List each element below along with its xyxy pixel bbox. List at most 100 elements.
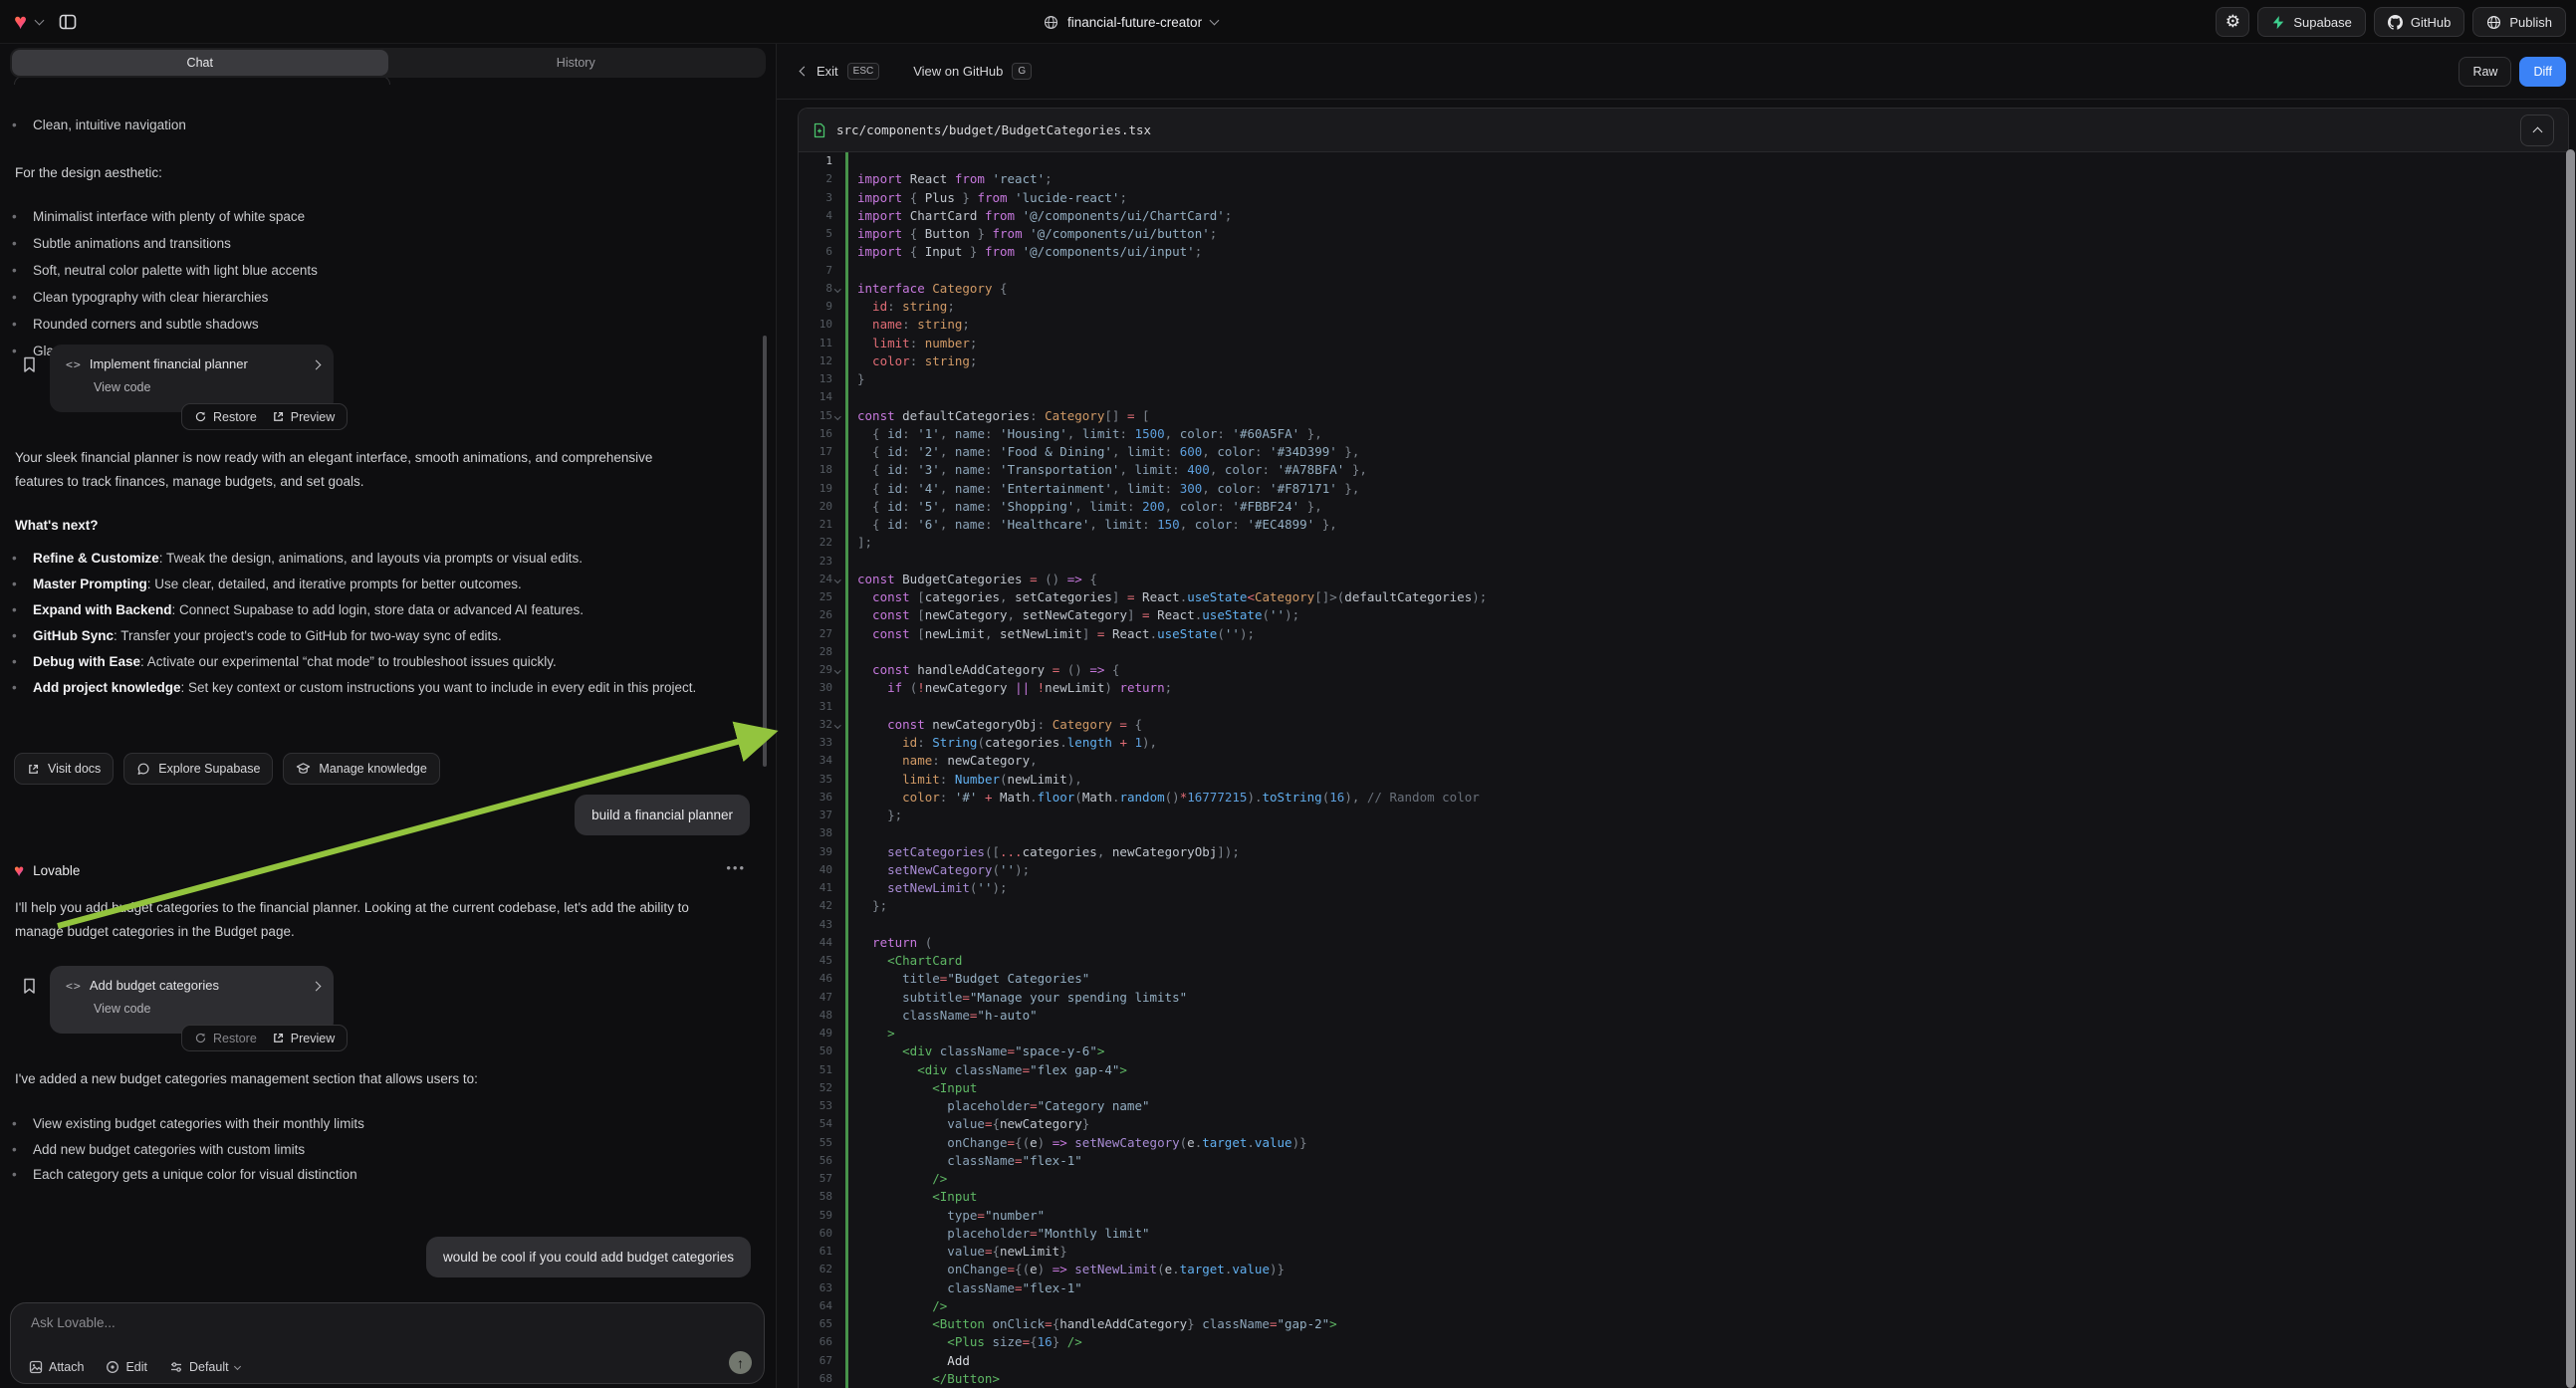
code-line: 55 onChange={(e) => setNewCategory(e.tar… — [799, 1134, 2568, 1152]
gear-icon: ⚙ — [2225, 12, 2240, 32]
code-view-panel: Exit ESC View on GitHub G Raw Diff src/c… — [776, 44, 2576, 1388]
assistant-header: ♥ Lovable — [14, 862, 80, 879]
project-switcher[interactable]: financial-future-creator — [1044, 0, 1218, 44]
code-line: 9 id: string; — [799, 298, 2568, 316]
logo-menu-chevron-icon[interactable] — [35, 15, 45, 25]
bullet-item: Master Prompting: Use clear, detailed, a… — [0, 572, 717, 597]
code-line: 27 const [newLimit, setNewLimit] = React… — [799, 625, 2568, 643]
view-code-link[interactable]: View code — [94, 380, 320, 394]
preview-button[interactable]: Preview — [272, 410, 335, 424]
bookmark-icon[interactable] — [22, 978, 37, 995]
manage-knowledge-button[interactable]: Manage knowledge — [283, 753, 439, 785]
restore-button[interactable]: Restore — [194, 1032, 257, 1045]
code-line: 52 <Input — [799, 1079, 2568, 1097]
settings-button[interactable]: ⚙ — [2216, 7, 2249, 37]
bullet-item: View existing budget categories with the… — [0, 1111, 717, 1137]
publish-button[interactable]: Publish — [2472, 7, 2566, 37]
top-bullet-list: Clean, intuitive navigation — [0, 117, 186, 132]
window-scrollbar[interactable] — [2566, 149, 2575, 1388]
tab-chat[interactable]: Chat — [12, 50, 388, 76]
collapse-file-button[interactable] — [2520, 115, 2554, 146]
exit-button[interactable]: Exit ESC — [801, 63, 879, 80]
code-line: 37 }; — [799, 807, 2568, 824]
bullet-item: Add new budget categories with custom li… — [0, 1137, 717, 1163]
whats-next-heading: What's next? — [15, 518, 98, 533]
code-line: 68 </Button> — [799, 1370, 2568, 1388]
preview-button[interactable]: Preview — [272, 1032, 335, 1045]
code-line: 10 name: string; — [799, 316, 2568, 334]
code-line: 23 — [799, 553, 2568, 571]
esc-kbd: ESC — [847, 63, 880, 80]
code-line: 47 subtitle="Manage your spending limits… — [799, 989, 2568, 1007]
chevron-down-icon — [234, 1362, 241, 1369]
assistant-message-help: I'll help you add budget categories to t… — [15, 896, 692, 944]
message-more-button[interactable]: ••• — [726, 860, 746, 875]
code-line: 3import { Plus } from 'lucide-react'; — [799, 189, 2568, 207]
lovable-avatar: ♥ — [14, 862, 24, 879]
mode-selector[interactable]: Default — [169, 1360, 240, 1374]
code-line: 33 id: String(categories.length + 1), — [799, 734, 2568, 752]
code-line: 30 if (!newCategory || !newLimit) return… — [799, 679, 2568, 697]
fold-chevron-icon[interactable] — [834, 577, 840, 582]
toggle-sidebar-button[interactable] — [58, 12, 78, 32]
bullet-item: Refine & Customize: Tweak the design, an… — [0, 546, 717, 572]
diff-toggle-button[interactable]: Diff — [2519, 57, 2566, 87]
added-bullet-list: View existing budget categories with the… — [0, 1111, 717, 1188]
external-link-icon — [272, 410, 285, 423]
code-line: 4import ChartCard from '@/components/ui/… — [799, 207, 2568, 225]
composer: Attach Edit Default ↑ — [10, 1302, 765, 1384]
edit-button[interactable]: Edit — [106, 1360, 147, 1374]
panel-left-icon — [58, 12, 78, 32]
restore-icon — [194, 1032, 207, 1044]
code-area[interactable]: 1 2import React from 'react';3import { P… — [799, 152, 2568, 1388]
chat-input[interactable] — [31, 1315, 628, 1330]
bullet-item: Add project knowledge: Set key context o… — [0, 675, 717, 701]
restore-preview-pill: Restore Preview — [181, 1025, 348, 1051]
external-link-icon — [272, 1032, 285, 1044]
code-line: 64 /> — [799, 1297, 2568, 1315]
chat-scrollbar[interactable] — [763, 336, 767, 767]
code-line: 35 limit: Number(newLimit), — [799, 771, 2568, 789]
version-card-add-budget-categories[interactable]: <> Add budget categories View code — [50, 966, 334, 1034]
tab-history[interactable]: History — [388, 50, 765, 76]
explore-supabase-button[interactable]: Explore Supabase — [123, 753, 273, 785]
fold-chevron-icon[interactable] — [834, 413, 840, 419]
github-button[interactable]: GitHub — [2374, 7, 2464, 37]
code-line: 65 <Button onClick={handleAddCategory} c… — [799, 1315, 2568, 1333]
fold-chevron-icon[interactable] — [834, 722, 840, 728]
code-line: 41 setNewLimit(''); — [799, 879, 2568, 897]
version-card-implement-financial-planner[interactable]: <> Implement financial planner View code — [50, 345, 334, 412]
globe-icon — [1044, 15, 1058, 30]
code-line: 44 return ( — [799, 934, 2568, 952]
bookmark-icon[interactable] — [22, 356, 37, 373]
code-line: 48 className="h-auto" — [799, 1007, 2568, 1025]
lovable-logo[interactable]: ♥ — [14, 0, 27, 44]
view-on-github-button[interactable]: View on GitHub G — [913, 63, 1032, 80]
code-line: 63 className="flex-1" — [799, 1279, 2568, 1297]
fold-chevron-icon[interactable] — [834, 667, 840, 673]
graduation-cap-icon — [296, 762, 311, 776]
send-button[interactable]: ↑ — [729, 1351, 752, 1374]
code-line: 5import { Button } from '@/components/ui… — [799, 225, 2568, 243]
bullet-item: Expand with Backend: Connect Supabase to… — [0, 597, 717, 623]
fold-chevron-icon[interactable] — [834, 286, 840, 292]
bullet-item: Minimalist interface with plenty of whit… — [0, 203, 737, 230]
file-header[interactable]: src/components/budget/BudgetCategories.t… — [799, 109, 2568, 152]
supabase-button[interactable]: Supabase — [2257, 7, 2366, 37]
g-kbd: G — [1012, 63, 1032, 80]
attach-button[interactable]: Attach — [29, 1360, 84, 1374]
code-line: 50 <div className="space-y-6"> — [799, 1042, 2568, 1060]
publish-globe-icon — [2486, 15, 2501, 30]
code-line: 25 const [categories, setCategories] = R… — [799, 588, 2568, 606]
code-line: 57 /> — [799, 1170, 2568, 1188]
restore-button[interactable]: Restore — [194, 410, 257, 424]
view-code-link[interactable]: View code — [94, 1002, 320, 1016]
image-icon — [29, 1360, 43, 1374]
version-card-title: Implement financial planner — [90, 356, 248, 371]
code-line: 14 — [799, 388, 2568, 406]
version-card-title: Add budget categories — [90, 978, 219, 993]
assistant-name: Lovable — [33, 863, 80, 878]
raw-toggle-button[interactable]: Raw — [2459, 57, 2511, 87]
code-icon: <> — [66, 357, 82, 371]
visit-docs-button[interactable]: Visit docs — [14, 753, 114, 785]
